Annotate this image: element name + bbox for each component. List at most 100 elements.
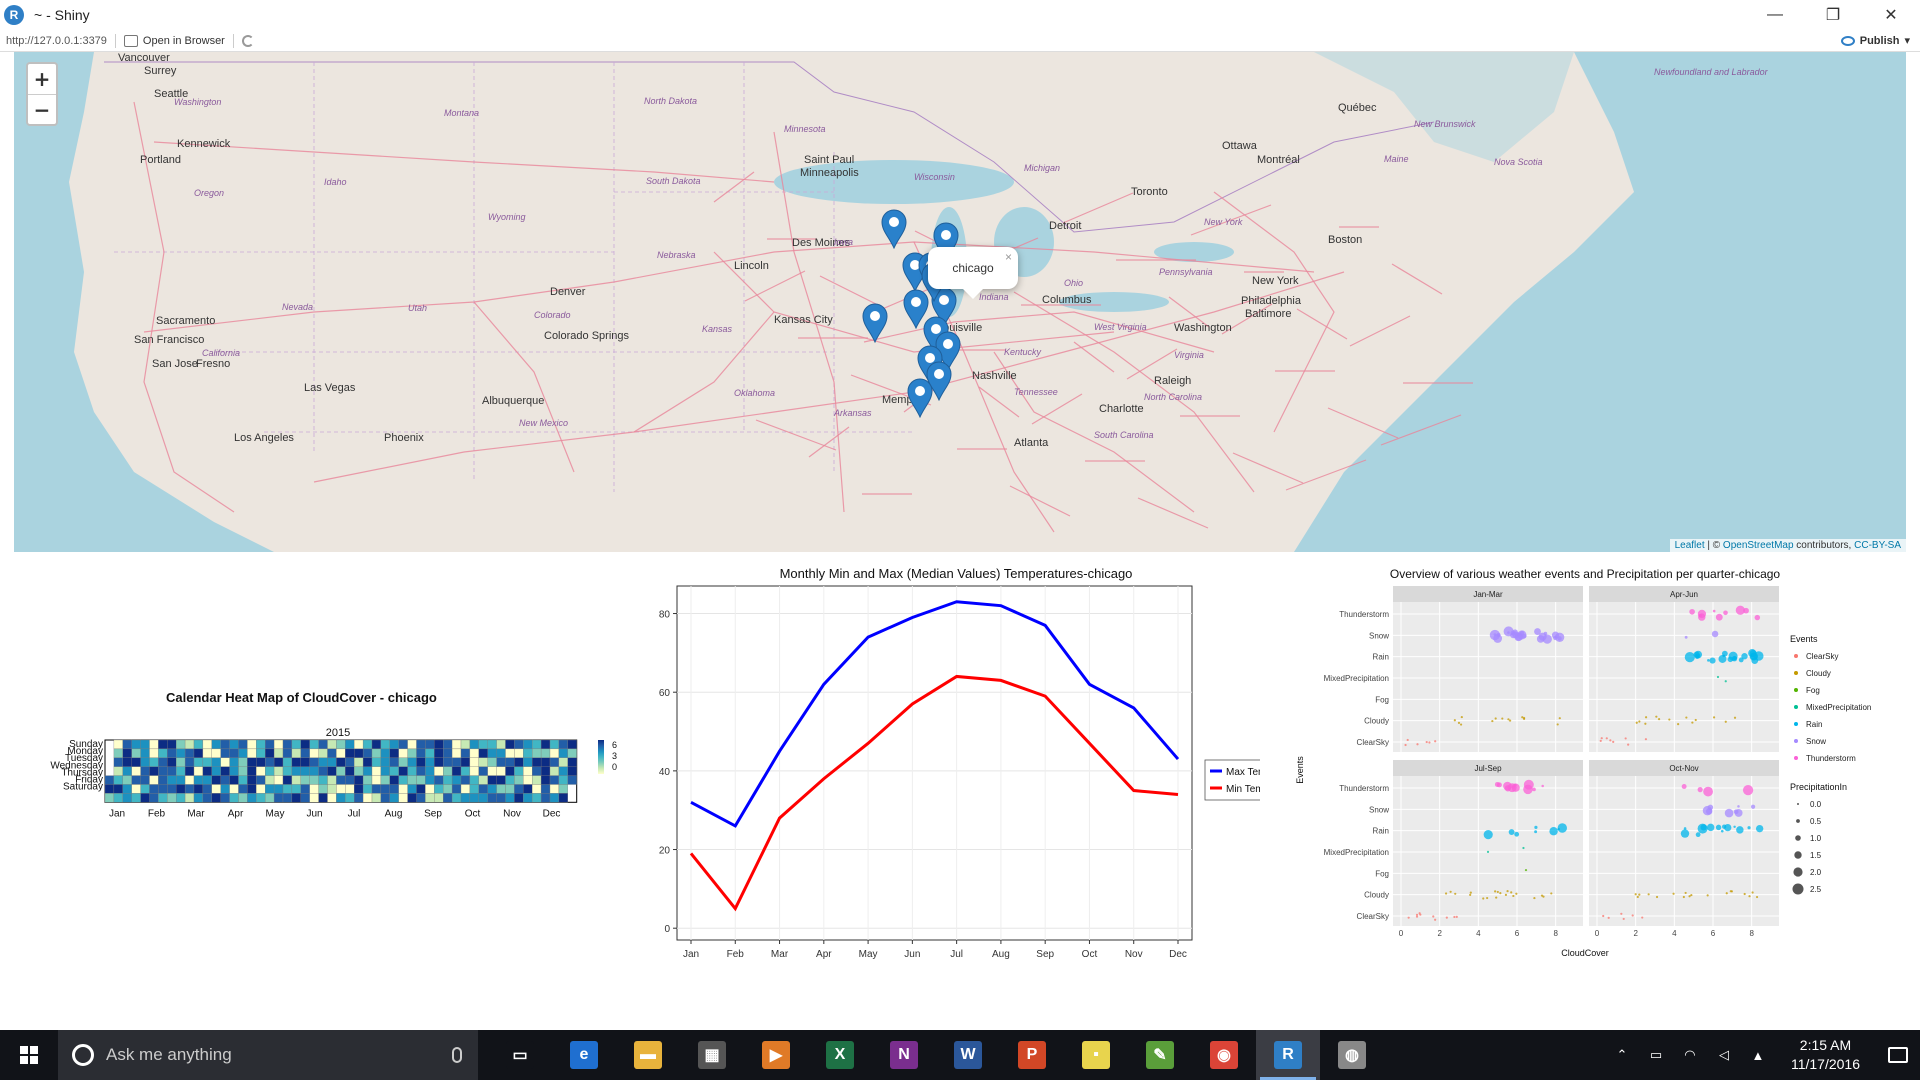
heatmap-cell	[398, 766, 408, 776]
zoom-in-button[interactable]: +	[28, 64, 56, 94]
heatmap-cell	[540, 757, 551, 767]
taskbar-rstudio-button[interactable]: R	[1256, 1030, 1320, 1080]
taskbar-powerpoint-button[interactable]: P	[1000, 1030, 1064, 1080]
taskbar-chrome-button[interactable]: ◉	[1192, 1030, 1256, 1080]
taskbar-sticky-notes-button[interactable]: ▪	[1064, 1030, 1128, 1080]
x-tick-label: Dec	[1169, 949, 1187, 960]
microphone-icon[interactable]	[452, 1047, 462, 1063]
heatmap-cell	[389, 775, 399, 785]
taskbar-task-view-button[interactable]: ▭	[488, 1030, 552, 1080]
minimize-button[interactable]: —	[1746, 0, 1804, 30]
osm-link[interactable]: OpenStreetMap	[1723, 540, 1794, 551]
store-icon: ▦	[698, 1041, 726, 1069]
attribution-contributors: contributors,	[1793, 540, 1855, 551]
city-label: Saint Paul	[804, 154, 855, 166]
clock[interactable]: 2:15 AM 11/17/2016	[1791, 1036, 1860, 1074]
heatmap-cell	[443, 748, 453, 758]
heatmap-cell	[336, 748, 346, 758]
map-marker-icon[interactable]	[881, 209, 907, 249]
scatter-point	[1508, 829, 1515, 835]
map-marker-icon[interactable]	[862, 303, 888, 343]
heatmap-cell	[425, 766, 435, 776]
heatmap-cell	[336, 784, 346, 794]
heatmap-cell	[496, 775, 506, 785]
scatter-point	[1512, 894, 1515, 898]
taskbar-paint-palette-button[interactable]: ◍	[1320, 1030, 1384, 1080]
heatmap-legend-tick: 6	[612, 740, 617, 750]
scatter-point	[1631, 914, 1634, 917]
heatmap-cell	[389, 757, 399, 767]
scatter-point	[1737, 805, 1740, 808]
open-in-browser-button[interactable]: Open in Browser	[123, 34, 225, 47]
chevron-down-icon: ▾	[1904, 35, 1910, 47]
heatmap-cell	[211, 739, 221, 750]
taskbar-store-button[interactable]: ▦	[680, 1030, 744, 1080]
heatmap-cell	[167, 748, 177, 758]
start-button[interactable]	[0, 1030, 58, 1080]
popup-close-button[interactable]: ×	[1005, 250, 1012, 264]
scatter-point	[1515, 892, 1518, 895]
heatmap-cell	[416, 748, 426, 758]
license-link[interactable]: CC-BY-SA	[1854, 540, 1901, 551]
city-label: Charlotte	[1099, 403, 1144, 415]
heatmap-cell	[113, 793, 123, 803]
map-marker-icon[interactable]	[907, 378, 933, 418]
scatter-point	[1647, 893, 1650, 896]
wifi-icon[interactable]: ◠	[1679, 1047, 1701, 1063]
heatmap-cell	[389, 793, 399, 803]
heatmap-cell	[229, 757, 239, 767]
refresh-icon[interactable]	[241, 34, 254, 47]
publish-button[interactable]: Publish ▾	[1840, 34, 1910, 47]
open-in-browser-label: Open in Browser	[142, 34, 225, 47]
heatmap-cell	[202, 775, 212, 785]
taskbar-onenote-button[interactable]: N	[872, 1030, 936, 1080]
heatmap-cell	[193, 793, 204, 803]
volume-icon[interactable]: ◁	[1713, 1047, 1735, 1063]
heatmap-cell	[158, 775, 168, 785]
state-label: South Dakota	[646, 176, 701, 186]
taskbar-word-button[interactable]: W	[936, 1030, 1000, 1080]
zoom-out-button[interactable]: −	[28, 94, 56, 124]
heatmap-cell	[460, 793, 471, 803]
action-center-button[interactable]	[1876, 1030, 1920, 1080]
maximize-button[interactable]: ❐	[1804, 0, 1862, 30]
taskbar-media-button[interactable]: ▶	[744, 1030, 808, 1080]
heatmap-cell	[256, 748, 266, 758]
heatmap-cell	[104, 793, 115, 803]
taskbar-edge-button[interactable]: e	[552, 1030, 616, 1080]
heatmap-cell	[220, 739, 230, 750]
taskbar-paint-button[interactable]: ✎	[1128, 1030, 1192, 1080]
battery-icon[interactable]: ▭	[1645, 1047, 1667, 1063]
temperature-line-chart: Monthly Min and Max (Median Values) Temp…	[659, 566, 1260, 960]
scatter-point	[1522, 717, 1526, 721]
leaflet-map[interactable]: Vancouver Surrey Seattle Kennewick Portland S…	[14, 52, 1906, 552]
heatmap-cell	[291, 793, 301, 803]
scatter-point	[1715, 613, 1723, 621]
url-text[interactable]: http://127.0.0.1:3379	[6, 35, 107, 47]
google-drive-icon[interactable]: ▲	[1747, 1047, 1769, 1063]
close-button[interactable]: ✕	[1862, 0, 1920, 30]
scatter-point	[1494, 717, 1497, 720]
taskbar-file-explorer-button[interactable]: ▬	[616, 1030, 680, 1080]
heatmap-cell	[380, 739, 390, 750]
city-label: Detroit	[1049, 220, 1082, 232]
state-label: Utah	[408, 303, 428, 313]
cortana-search-box[interactable]: Ask me anything	[58, 1030, 478, 1080]
heatmap-cell	[549, 739, 560, 750]
leaflet-link[interactable]: Leaflet	[1675, 540, 1705, 551]
precip-legend-swatch	[1796, 819, 1800, 823]
state-label: Nevada	[282, 302, 314, 312]
taskbar-excel-button[interactable]: X	[808, 1030, 872, 1080]
scatter-point	[1691, 721, 1694, 724]
chevron-up-icon[interactable]: ⌃	[1611, 1047, 1633, 1063]
heatmap-cell	[247, 793, 257, 803]
scatter-point	[1709, 657, 1716, 664]
heatmap-legend-tick: 3	[612, 751, 617, 761]
y-tick-label: 0	[664, 924, 670, 935]
heatmap-cell	[193, 766, 204, 776]
heatmap-cell	[567, 757, 577, 767]
y-tick-label: 20	[659, 846, 671, 857]
word-icon: W	[954, 1041, 982, 1069]
heatmap-cell	[558, 775, 568, 785]
precip-legend-label: 2.5	[1810, 885, 1822, 894]
